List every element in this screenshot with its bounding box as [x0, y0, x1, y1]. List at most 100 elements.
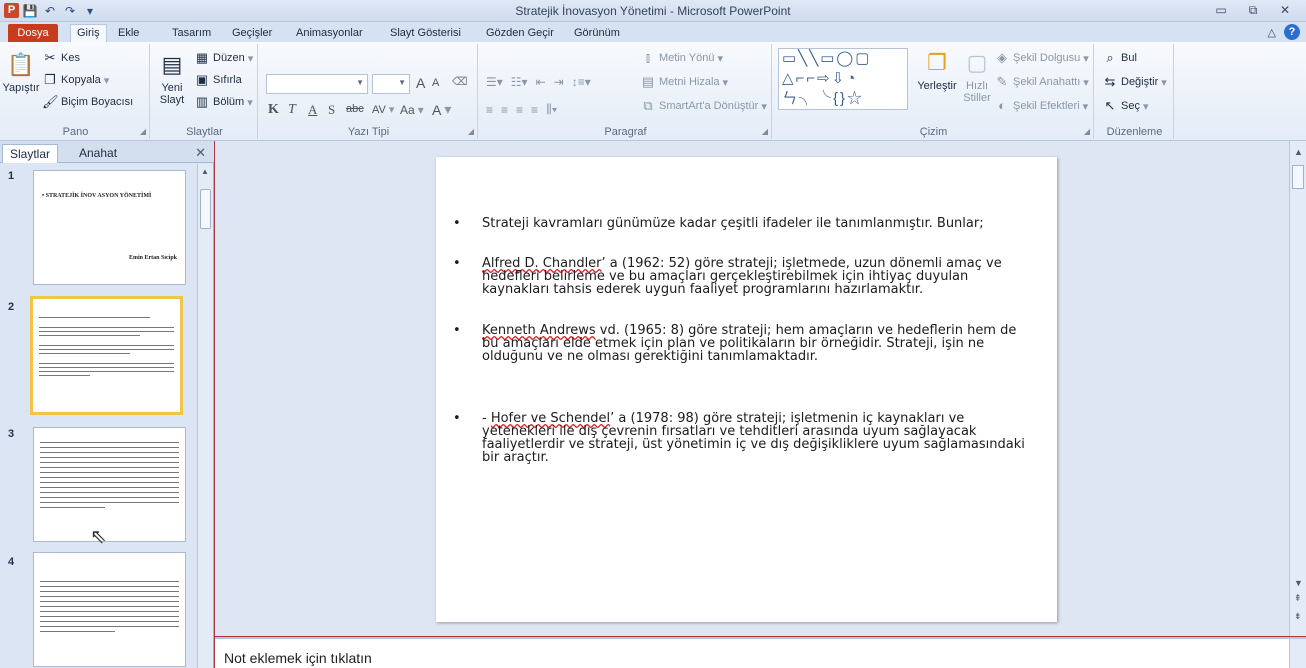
- shape-fill-button[interactable]: ◈ Şekil Dolgusu ▾: [994, 50, 1089, 66]
- format-painter-button[interactable]: 🖌 Biçim Boyacısı: [42, 94, 133, 110]
- scrollbar-thumb[interactable]: [200, 189, 211, 229]
- new-slide-button[interactable]: ▤ Yeni Slayt: [154, 50, 190, 106]
- tab-insert[interactable]: Ekle: [112, 25, 145, 42]
- underline-button[interactable]: A: [308, 102, 317, 118]
- scroll-down-icon[interactable]: ▼: [1294, 578, 1303, 588]
- slide-thumbnail-2[interactable]: [30, 296, 183, 415]
- char-spacing-button[interactable]: AV ▾: [372, 103, 394, 117]
- shape-outline-button[interactable]: ✎ Şekil Anahattı ▾: [994, 74, 1089, 90]
- tab-review[interactable]: Gözden Geçir: [480, 25, 560, 42]
- shapes-gallery[interactable]: ▭╲╲▭◯▢ △⌐⌐⇨⇩◔ ㄣ╮╰{}☆: [778, 48, 908, 110]
- replace-button[interactable]: ⇆ Değiştir ▾: [1102, 74, 1167, 90]
- slides-panel: Slaytlar Anahat ✕ 1 • STRATEJİK İNOV ASY…: [0, 141, 214, 668]
- replace-icon: ⇆: [1104, 74, 1116, 89]
- slide-number: 4: [8, 556, 15, 568]
- select-button[interactable]: ↖ Seç ▾: [1102, 98, 1149, 114]
- close-button[interactable]: ✕: [1270, 2, 1300, 19]
- spacing-label: AV: [372, 103, 386, 116]
- slide-thumbnail-4[interactable]: [33, 552, 186, 667]
- section-button[interactable]: ▥ Bölüm ▾: [194, 94, 253, 110]
- numbering-icon[interactable]: ☷▾: [511, 75, 528, 89]
- tab-slides-panel[interactable]: Slaytlar: [2, 144, 59, 163]
- clipboard-launcher-icon[interactable]: ◢: [140, 127, 146, 136]
- smartart-icon: ⧉: [643, 98, 653, 113]
- justify-icon[interactable]: ≡: [531, 103, 538, 117]
- bold-button[interactable]: K: [268, 102, 279, 118]
- increase-indent-icon[interactable]: ⇥: [554, 75, 564, 89]
- layout-button[interactable]: ▦ Düzen ▾: [194, 50, 253, 66]
- line-spacing-icon[interactable]: ↕≡▾: [572, 75, 591, 89]
- tab-transitions[interactable]: Geçişler: [226, 25, 278, 42]
- font-color-button[interactable]: A ▾: [432, 101, 451, 118]
- editor-scrollbar[interactable]: ▲ ▼ ⇞ ⇟: [1289, 141, 1306, 636]
- tab-home[interactable]: Giriş: [70, 24, 107, 43]
- quick-styles-icon: ▢: [966, 50, 988, 75]
- slide-thumbnail-1[interactable]: • STRATEJİK İNOV ASYON YÖNETİMİ Emin Ert…: [33, 170, 186, 285]
- close-icon[interactable]: ✕: [195, 145, 206, 161]
- change-case-button[interactable]: Aa ▾: [400, 103, 424, 117]
- new-slide-label-2: Slayt: [159, 94, 185, 106]
- window-title: Stratejik İnovasyon Yönetimi - Microsoft…: [515, 4, 791, 18]
- quick-styles-button[interactable]: ▢ Hızlı Stiller: [960, 48, 994, 104]
- align-right-icon[interactable]: ≡: [516, 103, 523, 117]
- font-size-combo[interactable]: ▼: [372, 74, 410, 94]
- strikethrough-button[interactable]: abc: [346, 103, 364, 115]
- shrink-font-button[interactable]: A: [432, 77, 439, 89]
- reset-icon: ▣: [195, 72, 209, 87]
- minimize-button[interactable]: ▭: [1206, 2, 1236, 19]
- align-left-icon[interactable]: ≡: [486, 103, 493, 117]
- previous-slide-icon[interactable]: ⇞: [1294, 593, 1302, 604]
- tab-view[interactable]: Görünüm: [568, 25, 626, 42]
- text-direction-button[interactable]: ⫾ Metin Yönü ▾: [640, 50, 723, 66]
- minimize-ribbon-icon[interactable]: △: [1268, 26, 1276, 39]
- restore-button[interactable]: ⧉: [1238, 2, 1268, 19]
- arrange-button[interactable]: ❐ Yerleştir: [914, 48, 960, 92]
- shadow-label: S: [328, 102, 336, 117]
- shape-outline-label: Şekil Anahattı: [1013, 76, 1081, 88]
- find-button[interactable]: ⌕ Bul: [1102, 50, 1137, 66]
- paste-button[interactable]: 📋 Yapıştır: [2, 50, 39, 94]
- group-drawing: ▭╲╲▭◯▢ △⌐⌐⇨⇩◔ ㄣ╮╰{}☆ ❐ Yerleştir ▢ Hızlı…: [774, 44, 1094, 139]
- drawing-launcher-icon[interactable]: ◢: [1084, 127, 1090, 136]
- tab-animations[interactable]: Animasyonlar: [290, 25, 369, 42]
- scroll-up-icon[interactable]: ▲: [1294, 147, 1303, 157]
- columns-icon[interactable]: ⫼▾: [546, 102, 557, 117]
- shapes-row-3: ㄣ╮╰{}☆: [782, 90, 865, 107]
- tab-design[interactable]: Tasarım: [166, 25, 217, 42]
- copy-label: Kopyala: [61, 74, 101, 86]
- help-icon[interactable]: ?: [1284, 24, 1300, 40]
- smartart-button[interactable]: ⧉ SmartArt'a Dönüştür ▾: [640, 98, 767, 114]
- notes-placeholder[interactable]: Not eklemek için tıklatın: [224, 650, 372, 666]
- shape-effects-button[interactable]: ◐ Şekil Efektleri ▾: [994, 98, 1088, 114]
- scroll-up-icon[interactable]: ▲: [201, 167, 209, 176]
- notes-scrollbar[interactable]: [1289, 639, 1306, 668]
- paragraph-launcher-icon[interactable]: ◢: [762, 127, 768, 136]
- mouse-cursor-icon: ⇖: [90, 526, 107, 548]
- copy-button[interactable]: ❐ Kopyala ▾: [42, 72, 109, 88]
- clear-format-icon[interactable]: ⌫: [452, 75, 468, 88]
- font-name-combo[interactable]: ▼: [266, 74, 368, 94]
- tab-file[interactable]: Dosya: [8, 24, 58, 42]
- section-label: Bölüm: [213, 96, 245, 108]
- bullet-dot: •: [453, 256, 461, 271]
- group-label-font: Yazı Tipi: [347, 126, 390, 138]
- italic-button[interactable]: T: [288, 102, 296, 118]
- scrollbar-thumb[interactable]: [1292, 165, 1304, 189]
- shadow-button[interactable]: S: [328, 102, 335, 118]
- slide-thumbnail-3[interactable]: [33, 427, 186, 542]
- align-center-icon[interactable]: ≡: [501, 103, 508, 117]
- bullets-icon[interactable]: ☰▾: [486, 75, 503, 89]
- align-text-button[interactable]: ▤ Metni Hizala ▾: [640, 74, 728, 90]
- thumbnail-list: 1 • STRATEJİK İNOV ASYON YÖNETİMİ Emin E…: [0, 164, 196, 668]
- grow-font-button[interactable]: A: [416, 75, 425, 91]
- next-slide-icon[interactable]: ⇟: [1294, 611, 1302, 622]
- panel-scrollbar[interactable]: ▲: [197, 164, 213, 668]
- cut-button[interactable]: ✂ Kes: [42, 50, 80, 66]
- notes-pane[interactable]: Not eklemek için tıklatın: [215, 637, 1306, 668]
- slide-canvas[interactable]: • Strateji kavramları günümüze kadar çeş…: [436, 157, 1057, 622]
- font-launcher-icon[interactable]: ◢: [468, 127, 474, 136]
- tab-outline-panel[interactable]: Anahat: [72, 144, 124, 163]
- reset-button[interactable]: ▣ Sıfırla: [194, 72, 242, 88]
- tab-slide-show[interactable]: Slayt Gösterisi: [384, 25, 467, 42]
- decrease-indent-icon[interactable]: ⇤: [536, 75, 546, 89]
